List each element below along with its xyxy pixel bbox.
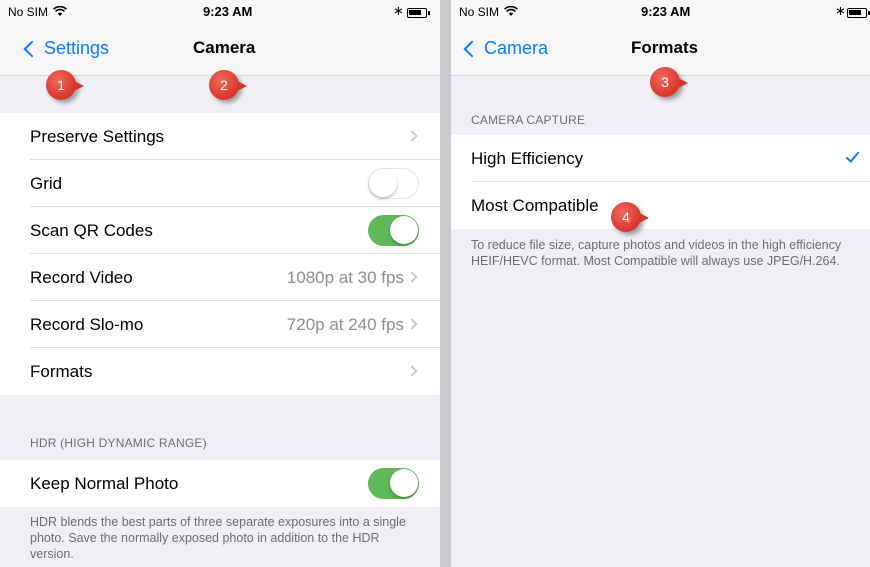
status-bar: No SIM 9:23 AM ∗ <box>451 0 870 26</box>
chevron-left-icon <box>23 40 41 57</box>
option-label: High Efficiency <box>471 148 584 168</box>
battery-icon <box>847 8 870 18</box>
back-button[interactable]: Settings <box>23 38 110 59</box>
wifi-icon <box>53 6 67 16</box>
row-label: Grid <box>30 173 63 193</box>
battery-icon <box>407 8 430 18</box>
page-title: Camera <box>193 38 256 57</box>
row-record-slo-mo[interactable]: Record Slo-mo 720p at 240 fps <box>0 301 440 348</box>
annotation-badge-1: 1 <box>46 70 84 100</box>
chevron-right-icon <box>406 130 418 142</box>
option-most-compatible[interactable]: Most Compatible <box>451 182 870 229</box>
annotation-badge-4: 4 <box>611 202 649 232</box>
formats-footer-text: To reduce file size, capture photos and … <box>471 238 842 268</box>
chevron-right-icon <box>406 271 418 283</box>
row-value: 1080p at 30 fps <box>286 267 404 287</box>
row-label: Keep Normal Photo <box>30 473 179 493</box>
annotation-badge-3: 3 <box>650 67 688 97</box>
option-high-efficiency[interactable]: High Efficiency <box>451 135 870 182</box>
formats-options-list: High Efficiency Most Compatible <box>451 135 870 229</box>
carrier-label: No SIM <box>8 5 49 19</box>
row-value: 720p at 240 fps <box>286 314 404 334</box>
row-record-video[interactable]: Record Video 1080p at 30 fps <box>0 254 440 301</box>
row-label: Scan QR Codes <box>30 220 153 240</box>
annotation-badge-2: 2 <box>209 70 247 100</box>
row-label: Record Slo-mo <box>30 314 144 334</box>
back-button-label: Camera <box>484 38 549 58</box>
row-label: Preserve Settings <box>30 126 165 146</box>
row-keep-normal-photo: Keep Normal Photo <box>0 460 440 507</box>
keep-normal-photo-toggle[interactable] <box>368 468 419 499</box>
scan-qr-codes-toggle[interactable] <box>368 215 419 246</box>
hdr-section-header: HDR (HIGH DYNAMIC RANGE) <box>30 436 207 450</box>
grid-toggle[interactable] <box>368 168 419 199</box>
checkmark-icon <box>845 148 860 163</box>
back-button[interactable]: Camera <box>463 38 549 59</box>
bluetooth-icon: ∗ <box>393 3 404 18</box>
chevron-right-icon <box>406 318 418 330</box>
bluetooth-icon: ∗ <box>835 3 846 18</box>
camera-settings-list: Preserve Settings Grid Scan QR Codes Rec… <box>0 113 440 395</box>
camera-capture-section-header: CAMERA CAPTURE <box>471 113 586 127</box>
row-scan-qr-codes: Scan QR Codes <box>0 207 440 254</box>
row-label: Formats <box>30 361 93 381</box>
row-label: Record Video <box>30 267 133 287</box>
row-preserve-settings[interactable]: Preserve Settings <box>0 113 440 160</box>
status-time: 9:23 AM <box>641 4 691 19</box>
back-button-label: Settings <box>44 38 110 58</box>
screen-divider <box>440 0 451 567</box>
row-grid: Grid <box>0 160 440 207</box>
chevron-left-icon <box>463 40 481 57</box>
option-label: Most Compatible <box>471 195 599 215</box>
wifi-icon <box>504 6 518 16</box>
chevron-right-icon <box>406 365 418 377</box>
hdr-settings-list: Keep Normal Photo <box>0 460 440 507</box>
hdr-footer-text: HDR blends the best parts of three separ… <box>30 515 406 561</box>
status-time: 9:23 AM <box>203 4 253 19</box>
row-formats[interactable]: Formats <box>0 348 440 395</box>
carrier-label: No SIM <box>459 5 500 19</box>
navigation-bar: Settings Camera <box>0 26 440 76</box>
status-bar: No SIM 9:23 AM ∗ <box>0 0 440 26</box>
page-title: Formats <box>631 38 699 57</box>
